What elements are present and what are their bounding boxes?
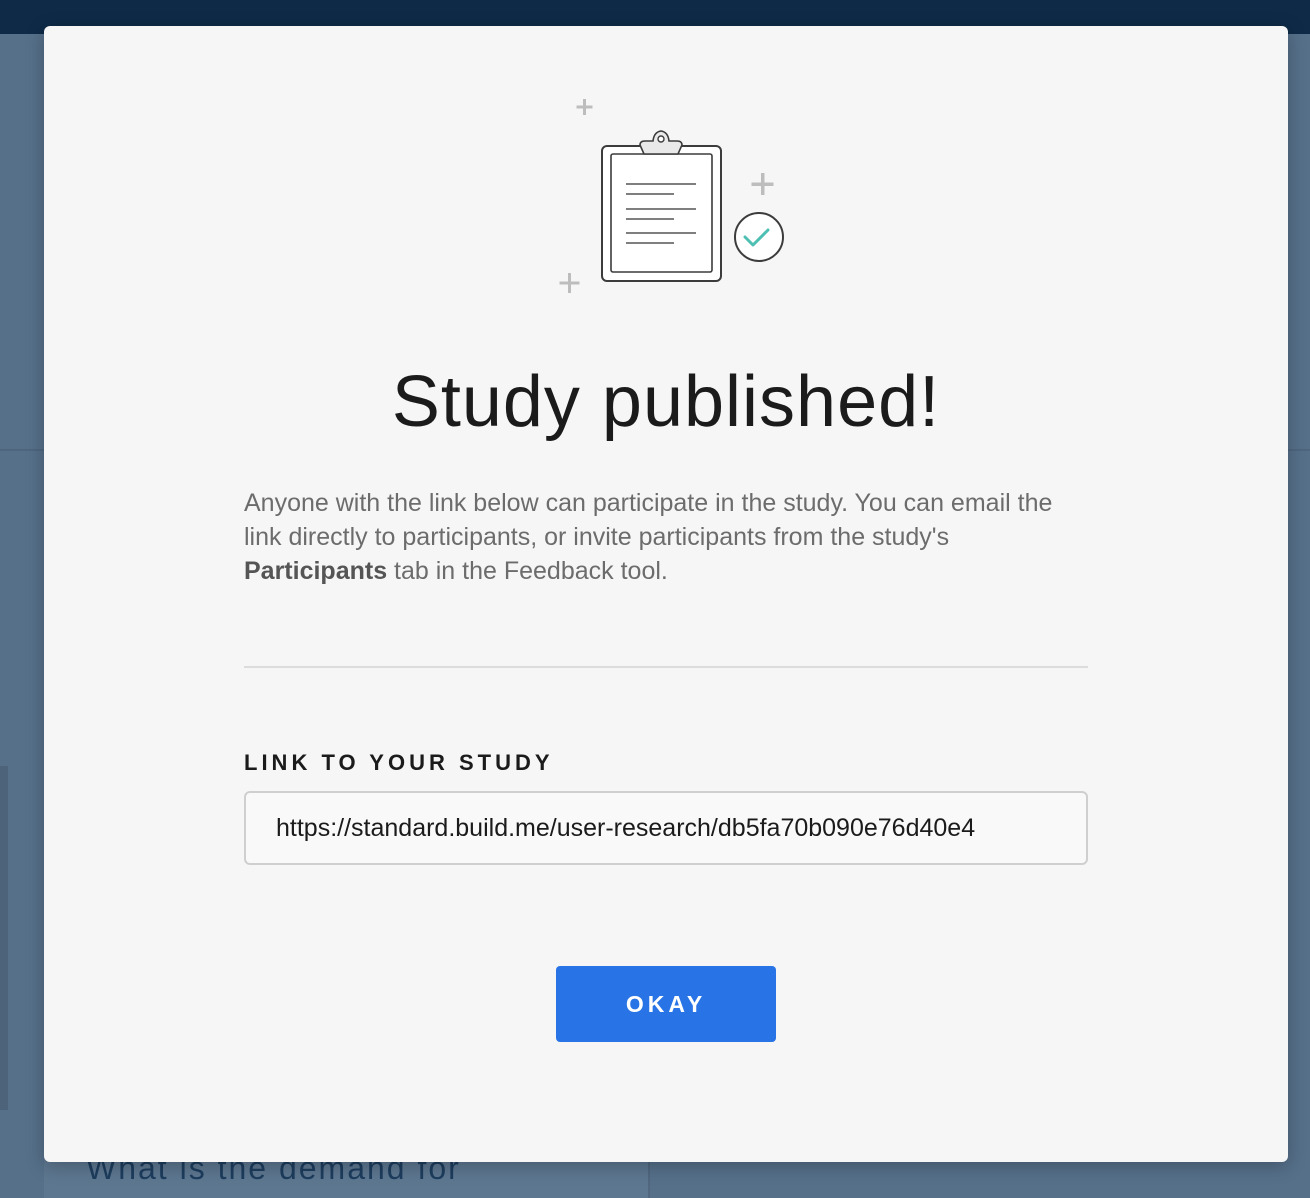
clipboard-check-icon bbox=[559, 99, 784, 293]
dialog-description: Anyone with the link below can participa… bbox=[244, 486, 1088, 588]
dialog-title: Study published! bbox=[391, 362, 941, 442]
study-link-field[interactable] bbox=[244, 791, 1088, 865]
app-left-panel-edge bbox=[0, 766, 8, 1110]
description-text-start: Anyone with the link below can participa… bbox=[244, 489, 1053, 551]
description-text-end: tab in the Feedback tool. bbox=[387, 557, 668, 585]
participants-tab-reference: Participants bbox=[244, 557, 388, 585]
okay-button[interactable]: OKAY bbox=[556, 966, 776, 1042]
link-label: LINK TO YOUR STUDY bbox=[244, 750, 554, 775]
study-published-dialog: Study published! Anyone with the link be… bbox=[44, 26, 1288, 1162]
section-divider bbox=[244, 666, 1088, 668]
